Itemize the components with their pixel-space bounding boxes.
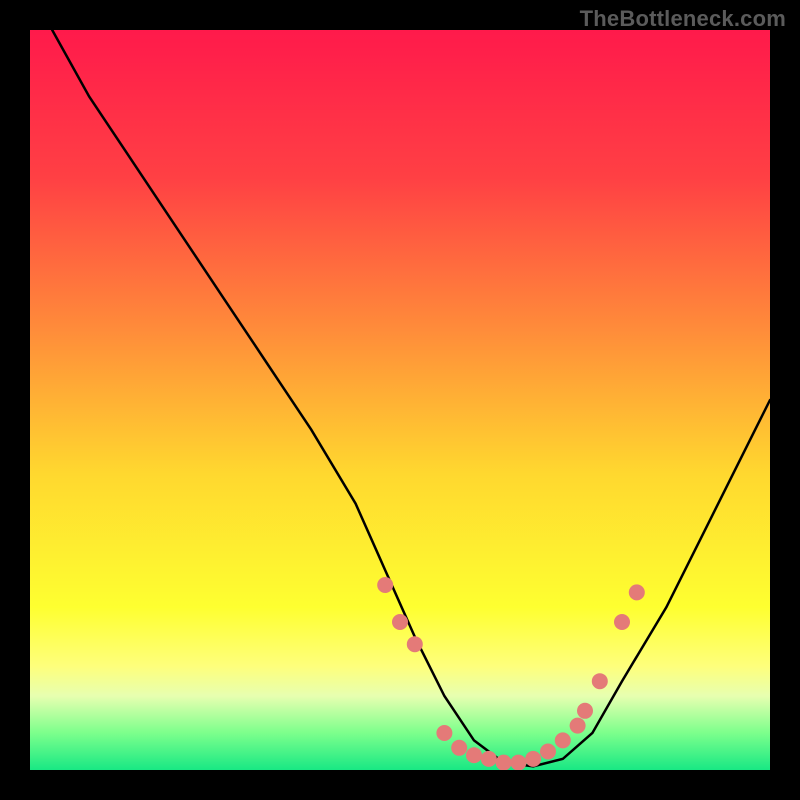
data-marker [407, 636, 423, 652]
data-marker [525, 751, 541, 767]
data-marker [392, 614, 408, 630]
data-marker [555, 732, 571, 748]
data-marker [481, 751, 497, 767]
data-marker [451, 740, 467, 756]
chart-frame: TheBottleneck.com [0, 0, 800, 800]
data-marker [496, 755, 512, 770]
data-marker [377, 577, 393, 593]
data-marker [510, 755, 526, 770]
data-marker [577, 703, 593, 719]
plot-background [30, 30, 770, 770]
data-marker [614, 614, 630, 630]
watermark-text: TheBottleneck.com [580, 6, 786, 32]
data-marker [436, 725, 452, 741]
data-marker [466, 747, 482, 763]
bottleneck-chart [30, 30, 770, 770]
data-marker [540, 744, 556, 760]
data-marker [570, 718, 586, 734]
data-marker [592, 673, 608, 689]
data-marker [629, 584, 645, 600]
